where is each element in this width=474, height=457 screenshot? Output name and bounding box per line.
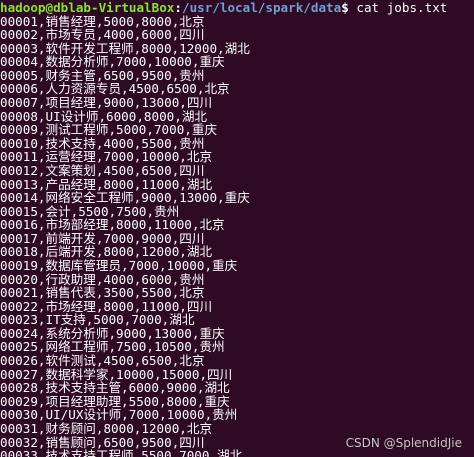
watermark-text: CSDN @SplendidJie: [345, 436, 462, 451]
output-line: 00013,产品经理,8000,11000,湖北: [0, 177, 213, 192]
output-line: 00016,市场部经理,8000,11000,北京: [0, 218, 225, 232]
output-line: 00030,UI/UX设计师,7000,10000,贵州: [0, 408, 238, 422]
output-line: 00014,网络安全工程师,9000,13000,重庆: [0, 191, 250, 205]
output-line: 00025,网络工程师,7500,10500,贵州: [0, 340, 225, 355]
output-line: 00026,软件测试,4500,6500,北京: [0, 354, 205, 368]
output-line: 00015,会计,5500,7500,贵州: [0, 204, 180, 219]
output-line: 00012,文案策划,4500,6500,四川: [0, 163, 205, 178]
output-line: 00001,销售经理,5000,8000,北京: [0, 14, 205, 29]
output-line: 00023,IT支持,5000,7000,湖北: [0, 313, 195, 327]
output-line: 00009,测试工程师,5000,7000,重庆: [0, 123, 218, 137]
output-line: 00022,市场经理,8000,11000,四川: [0, 299, 213, 314]
terminal-window[interactable]: hadoop@dblab-VirtualBox:/usr/local/spark…: [0, 0, 474, 457]
output-line: 00002,市场专员,4000,6000,四川: [0, 28, 205, 42]
output-line: 00011,运营经理,7000,10000,北京: [0, 150, 213, 164]
prompt-symbol: $: [341, 1, 349, 15]
prompt-user-host: hadoop@dblab-VirtualBox: [0, 1, 175, 15]
prompt-separator: :: [174, 1, 182, 15]
output-line: 00029,项目经理助理,5500,8000,重庆: [0, 394, 230, 409]
output-line: 00006,人力资源专员,4500,6500,北京: [0, 82, 230, 97]
output-line: 00020,行政助理,4000,6000,贵州: [0, 272, 205, 287]
output-line: 00021,销售代表,3500,5500,北京: [0, 286, 205, 300]
output-line: 00003,软件开发工程师,8000,12000,湖北: [0, 41, 250, 56]
output-line: 00019,数据库管理员,7000,10000,重庆: [0, 258, 238, 273]
output-line: 00031,财务顾问,8000,12000,北京: [0, 421, 213, 436]
output-line: 00027,数据科学家,10000,15000,四川: [0, 367, 233, 382]
output-line: 00024,系统分析师,9000,13000,重庆: [0, 326, 225, 341]
prompt-path: /usr/local/spark/data: [181, 1, 342, 15]
output-line: 00017,前端开发,7000,9000,四川: [0, 231, 205, 246]
prompt-line: hadoop@dblab-VirtualBox:/usr/local/spark…: [0, 1, 474, 15]
output-line: 00010,技术支持,4000,5500,贵州: [0, 136, 205, 151]
output-line: 00008,UI设计师,6000,8000,湖北: [0, 109, 208, 124]
output-line: 00028,技术支持主管,6000,9000,湖北: [0, 381, 230, 395]
output-line: 00018,后端开发,8000,12000,湖北: [0, 245, 213, 259]
output-line: 00004,数据分析师,7000,10000,重庆: [0, 55, 225, 69]
prompt-command: cat jobs.txt: [348, 1, 448, 15]
output-line: 00005,财务主管,6500,9500,贵州: [0, 68, 205, 83]
command-output: 00001,销售经理,5000,8000,北京 00002,市场专员,4000,6…: [0, 15, 474, 457]
output-line: 00007,项目经理,9000,13000,四川: [0, 96, 213, 110]
